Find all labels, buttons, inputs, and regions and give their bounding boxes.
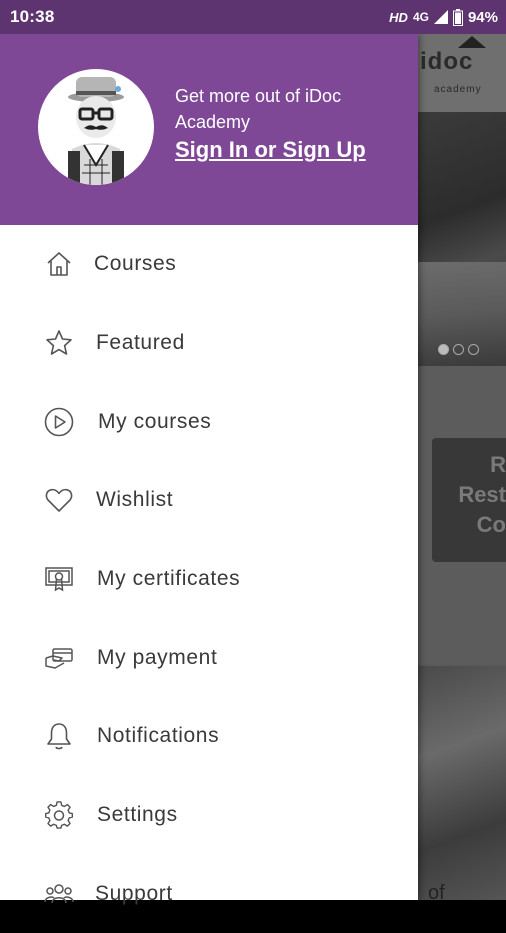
- background-logo: idoc: [420, 48, 474, 75]
- menu-item-my-courses[interactable]: My courses: [0, 383, 418, 461]
- background-bottom-text: of: [428, 882, 445, 900]
- background-card-line: Rest: [458, 482, 506, 507]
- star-icon: [44, 328, 74, 358]
- battery-icon: [452, 8, 463, 26]
- heart-icon: [44, 485, 74, 515]
- hipster-avatar-icon[interactable]: [38, 69, 154, 185]
- background-app: idoc academy R Rest Co of: [418, 34, 506, 900]
- menu-item-courses[interactable]: Courses: [0, 225, 418, 303]
- drawer-header: Get more out of iDoc Academy Sign In or …: [0, 34, 418, 225]
- payment-card-icon: [44, 643, 74, 673]
- menu-label: Notifications: [97, 724, 220, 747]
- menu-label: My payment: [97, 646, 218, 669]
- background-logo-sub: academy: [434, 84, 482, 95]
- sign-in-link[interactable]: Sign In or Sign Up: [175, 137, 405, 163]
- background-card-line: R: [490, 452, 506, 477]
- menu-item-wishlist[interactable]: Wishlist: [0, 461, 418, 539]
- menu-label: Courses: [94, 252, 177, 275]
- bell-icon: [44, 721, 74, 751]
- menu-label: Wishlist: [96, 488, 174, 511]
- signal-icon: [433, 10, 448, 24]
- menu-item-featured[interactable]: Featured: [0, 304, 418, 382]
- background-card-line: Co: [476, 512, 506, 537]
- navigation-drawer: Get more out of iDoc Academy Sign In or …: [0, 34, 418, 905]
- carousel-dot: [468, 344, 479, 355]
- menu-label: Settings: [97, 803, 178, 826]
- header-text: Get more out of iDoc Academy Sign In or …: [175, 83, 405, 163]
- background-card-text: R Rest Co: [442, 450, 506, 540]
- menu-item-settings[interactable]: Settings: [0, 776, 418, 854]
- carousel-dot: [438, 344, 449, 355]
- menu-label: My certificates: [97, 567, 241, 590]
- background-photo: [418, 666, 506, 900]
- network-hd-label: HD: [389, 9, 408, 25]
- header-tagline: Get more out of iDoc Academy: [175, 86, 342, 132]
- play-circle-icon: [44, 407, 74, 437]
- background-banner: [418, 112, 506, 366]
- carousel-dot: [453, 344, 464, 355]
- menu-item-my-certificates[interactable]: My certificates: [0, 540, 418, 618]
- background-appbar: idoc academy: [418, 34, 506, 112]
- menu-item-my-payment[interactable]: My payment: [0, 619, 418, 697]
- status-time: 10:38: [10, 7, 55, 26]
- status-indicators: HD 4G 94%: [389, 8, 498, 26]
- home-icon: [44, 249, 74, 279]
- menu-label: Support: [95, 882, 173, 905]
- network-4g-label: 4G: [412, 10, 429, 24]
- status-bar: 10:38 HD 4G 94%: [0, 0, 506, 34]
- battery-percent: 94%: [467, 8, 498, 26]
- certificate-icon: [44, 564, 74, 594]
- gear-icon: [44, 800, 74, 830]
- menu-label: My courses: [98, 410, 212, 433]
- carousel-dots: [438, 344, 479, 355]
- menu-label: Featured: [96, 331, 185, 354]
- menu-item-notifications[interactable]: Notifications: [0, 697, 418, 775]
- graduation-cap-icon: [458, 36, 486, 48]
- menu-item-support[interactable]: Support: [0, 855, 418, 933]
- support-users-icon: [44, 879, 74, 909]
